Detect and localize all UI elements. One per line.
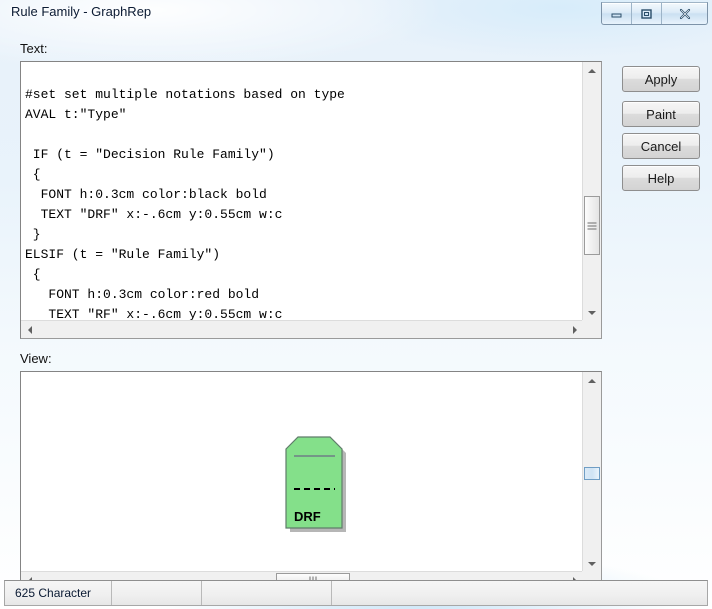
text-vertical-scrollbar[interactable]: [582, 62, 601, 321]
chevron-up-icon: [588, 378, 596, 383]
graphrep-source-code: #set set multiple notations based on typ…: [25, 87, 345, 321]
apply-button[interactable]: Apply: [622, 66, 700, 92]
title-bar[interactable]: Rule Family - GraphRep: [0, 0, 712, 28]
chevron-right-icon: [572, 325, 577, 334]
minimize-icon: [610, 8, 623, 19]
text-editor-input[interactable]: #set set multiple notations based on typ…: [21, 62, 583, 321]
status-cell-3: [201, 581, 331, 605]
help-button[interactable]: Help: [622, 165, 700, 191]
view-scroll-up-button[interactable]: [583, 372, 601, 389]
caption-button-group: [601, 2, 708, 25]
text-scroll-down-button[interactable]: [583, 304, 601, 321]
restore-icon: [640, 8, 653, 20]
dialog-window: Rule Family - GraphRep Text: #set set mu…: [0, 0, 712, 609]
close-button[interactable]: [662, 3, 707, 24]
status-character-count: 625 Character: [15, 586, 92, 600]
restore-button[interactable]: [632, 3, 662, 24]
chevron-down-icon: [588, 310, 596, 315]
status-cell-4: [331, 581, 707, 605]
paint-button[interactable]: Paint: [622, 101, 700, 127]
view-vertical-scrollbar[interactable]: [582, 372, 601, 572]
client-area: Text: #set set multiple notations based …: [0, 28, 712, 590]
chevron-up-icon: [588, 68, 596, 73]
chevron-down-icon: [588, 561, 596, 566]
close-icon: [678, 8, 692, 20]
text-scroll-up-button[interactable]: [583, 62, 601, 79]
scroll-grip-icon: [587, 222, 597, 229]
text-vertical-scroll-thumb[interactable]: [584, 196, 600, 255]
view-vertical-scroll-thumb[interactable]: [584, 467, 600, 480]
view-canvas[interactable]: DRF: [21, 372, 583, 572]
cancel-button[interactable]: Cancel: [622, 133, 700, 159]
minimize-button[interactable]: [602, 3, 632, 24]
notation-shape[interactable]: DRF: [264, 428, 364, 538]
chevron-left-icon: [27, 325, 32, 334]
text-scroll-left-button[interactable]: [21, 321, 38, 338]
text-scrollbar-corner: [582, 320, 601, 338]
window-title: Rule Family - GraphRep: [11, 4, 152, 19]
status-bar: 625 Character: [4, 580, 708, 606]
view-preview-panel: DRF: [20, 371, 602, 590]
view-section-label: View:: [20, 351, 52, 366]
view-scroll-down-button[interactable]: [583, 555, 601, 572]
text-editor-panel: #set set multiple notations based on typ…: [20, 61, 602, 339]
shape-label: DRF: [294, 509, 321, 524]
text-section-label: Text:: [20, 41, 48, 56]
text-scroll-right-button[interactable]: [566, 321, 583, 338]
status-cell-2: [111, 581, 201, 605]
text-horizontal-scrollbar[interactable]: [21, 320, 583, 338]
